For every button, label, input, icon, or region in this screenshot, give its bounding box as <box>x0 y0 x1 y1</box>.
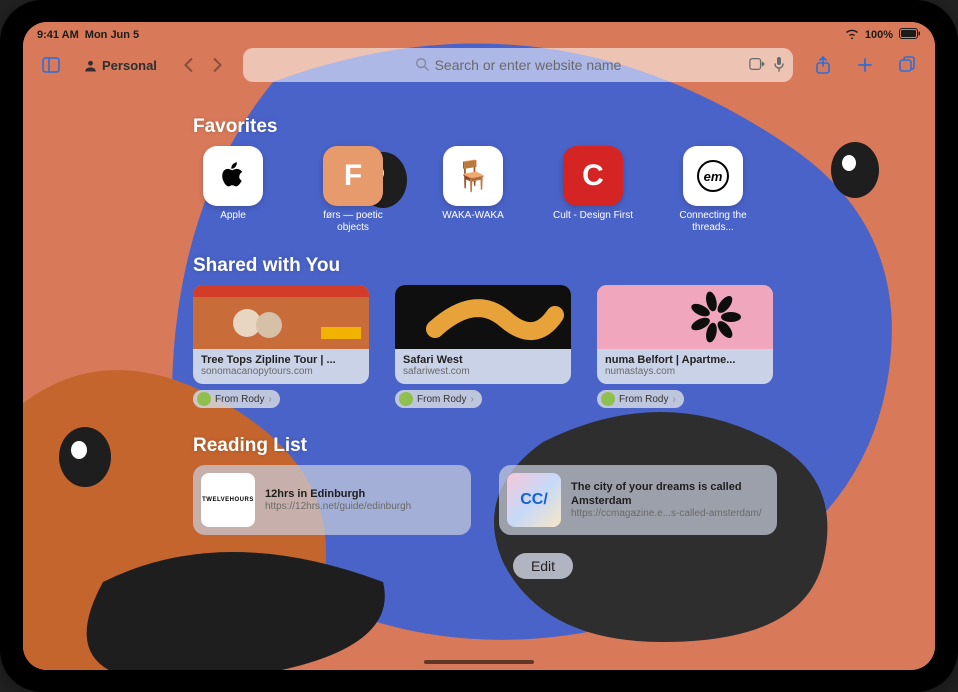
search-placeholder: Search or enter website name <box>435 57 622 73</box>
favorites-row: Apple Fførs — poetic objects 🪑 WAKA-WAKA C Cu… <box>193 146 893 233</box>
reading-title: The city of your dreams is called Amster… <box>571 481 769 507</box>
mic-icon[interactable] <box>773 56 785 75</box>
sidebar-toggle-button[interactable] <box>33 49 69 81</box>
favorite-icon: C <box>563 146 623 206</box>
shared-info: numa Belfort | Apartme...numastays.com <box>597 349 773 384</box>
reading-url: https://12hrs.net/guide/edinburgh <box>265 501 411 512</box>
shared-from-pill[interactable]: From Rody › <box>193 390 280 408</box>
shared-url: safariwest.com <box>403 366 563 377</box>
status-date: Mon Jun 5 <box>85 29 139 41</box>
tabs-button[interactable] <box>889 49 925 81</box>
shared-from-pill[interactable]: From Rody › <box>395 390 482 408</box>
shared-title: numa Belfort | Apartme... <box>605 354 765 366</box>
favorites-heading: Favorites <box>193 116 893 138</box>
status-time: 9:41 AM <box>37 29 79 41</box>
edit-button[interactable]: Edit <box>513 553 573 579</box>
shared-title: Tree Tops Zipline Tour | ... <box>201 354 361 366</box>
profile-label: Personal <box>102 58 157 73</box>
favorite-item[interactable]: em Connecting the threads... <box>673 146 753 233</box>
reading-thumbnail: CC/ <box>507 473 561 527</box>
avatar-icon <box>601 392 615 406</box>
reading-card[interactable]: TWELVEHOURS 12hrs in Edinburghhttps://12h… <box>193 465 471 535</box>
favorite-item[interactable]: Fførs — poetic objects <box>313 146 393 233</box>
shared-from-label: From Rody <box>215 394 264 405</box>
shared-heading: Shared with You <box>193 255 893 277</box>
home-indicator[interactable] <box>424 660 534 664</box>
autofill-icon[interactable] <box>749 56 765 75</box>
shared-title: Safari West <box>403 354 563 366</box>
shared-info: Tree Tops Zipline Tour | ...sonomacanopy… <box>193 349 369 384</box>
shared-thumbnail <box>597 285 773 349</box>
shared-from-label: From Rody <box>417 394 466 405</box>
reading-url: https://ccmagazine.e...s-called-amsterda… <box>571 508 769 519</box>
chevron-right-icon: › <box>672 394 675 405</box>
favorite-icon <box>203 146 263 206</box>
shared-thumbnail <box>395 285 571 349</box>
shared-url: numastays.com <box>605 366 765 377</box>
search-icon <box>415 57 429 74</box>
shared-thumbnail <box>193 285 369 349</box>
shared-from-label: From Rody <box>619 394 668 405</box>
avatar-icon <box>399 392 413 406</box>
favorite-icon: F <box>323 146 383 206</box>
chevron-right-icon: › <box>470 394 473 405</box>
favorite-item[interactable]: 🪑 WAKA-WAKA <box>433 146 513 233</box>
favorite-label: Apple <box>220 210 246 222</box>
svg-text:em: em <box>704 169 723 184</box>
shared-info: Safari Westsafariwest.com <box>395 349 571 384</box>
battery-icon <box>899 28 921 42</box>
back-button[interactable] <box>175 51 203 79</box>
chevron-right-icon: › <box>268 394 271 405</box>
shared-url: sonomacanopytours.com <box>201 366 361 377</box>
favorite-label: Connecting the threads... <box>673 210 753 233</box>
avatar-icon <box>197 392 211 406</box>
wifi-icon <box>845 28 859 42</box>
toolbar: Personal Search or enter website name <box>23 44 935 86</box>
screen: 9:41 AM Mon Jun 5 100% Personal <box>23 22 935 670</box>
status-bar: 9:41 AM Mon Jun 5 100% <box>23 22 935 44</box>
shared-row: Tree Tops Zipline Tour | ...sonomacanopy… <box>193 285 893 411</box>
person-icon <box>83 58 98 73</box>
favorite-label: Cult - Design First <box>553 210 633 222</box>
share-button[interactable] <box>805 49 841 81</box>
shared-card[interactable]: Safari Westsafariwest.com From Rody › <box>395 285 571 411</box>
shared-card[interactable]: numa Belfort | Apartme...numastays.com Fr… <box>597 285 773 411</box>
profile-button[interactable]: Personal <box>75 54 165 77</box>
shared-from-pill[interactable]: From Rody › <box>597 390 684 408</box>
reading-title: 12hrs in Edinburgh <box>265 488 411 501</box>
ipad-frame: 9:41 AM Mon Jun 5 100% Personal <box>0 0 958 692</box>
favorite-item[interactable]: Apple <box>193 146 273 233</box>
battery-percent: 100% <box>865 29 893 41</box>
start-page: Favorites Apple Fførs — poetic objects 🪑 WA… <box>23 86 935 670</box>
reading-row: TWELVEHOURS 12hrs in Edinburghhttps://12h… <box>193 465 893 535</box>
shared-card[interactable]: Tree Tops Zipline Tour | ...sonomacanopy… <box>193 285 369 411</box>
favorite-icon: em <box>683 146 743 206</box>
favorite-label: førs — poetic objects <box>313 210 393 233</box>
reading-heading: Reading List <box>193 435 893 457</box>
forward-button[interactable] <box>203 51 231 79</box>
reading-card[interactable]: CC/The city of your dreams is called Ams… <box>499 465 777 535</box>
address-search-bar[interactable]: Search or enter website name <box>243 48 793 82</box>
new-tab-button[interactable] <box>847 49 883 81</box>
reading-thumbnail: TWELVEHOURS <box>201 473 255 527</box>
favorite-icon: 🪑 <box>443 146 503 206</box>
favorite-item[interactable]: C Cult - Design First <box>553 146 633 233</box>
favorite-label: WAKA-WAKA <box>442 210 503 222</box>
